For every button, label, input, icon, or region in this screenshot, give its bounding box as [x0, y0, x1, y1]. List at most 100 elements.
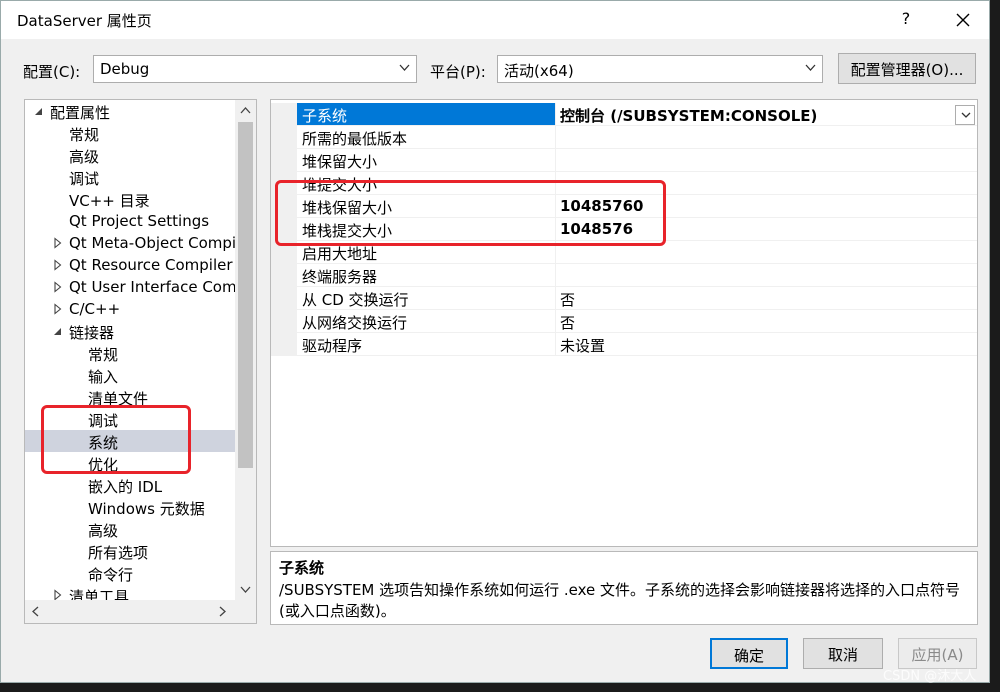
property-row[interactable]: 所需的最低版本: [271, 126, 977, 149]
tree-scroll-thumb[interactable]: [238, 122, 253, 468]
tree-item[interactable]: 常规: [25, 122, 235, 144]
config-manager-button[interactable]: 配置管理器(O)...: [838, 53, 976, 84]
cancel-button[interactable]: 取消: [803, 638, 883, 669]
tree-item[interactable]: Qt Resource Compiler: [25, 254, 235, 276]
expanded-triangle-icon[interactable]: [34, 105, 44, 117]
scroll-left-icon[interactable]: [31, 606, 39, 617]
apply-label: 应用(A): [911, 646, 964, 664]
tree-item[interactable]: Qt User Interface Comp: [25, 276, 235, 298]
property-value[interactable]: 1048576: [556, 218, 977, 241]
help-button[interactable]: ?: [896, 9, 916, 28]
property-name[interactable]: 堆提交大小: [297, 172, 556, 195]
watermark: CSDN @沐大人: [883, 669, 977, 684]
collapsed-triangle-icon[interactable]: [53, 303, 63, 315]
property-value[interactable]: 未设置: [556, 333, 977, 356]
tree-item-label: 常规: [69, 126, 100, 144]
tree-item[interactable]: 高级: [25, 144, 235, 166]
config-manager-label: 配置管理器(O)...: [850, 61, 964, 79]
description-panel: 子系统 /SUBSYSTEM 选项告知操作系统如何运行 .exe 文件。子系统的…: [270, 551, 978, 625]
close-button[interactable]: [945, 1, 981, 39]
property-name[interactable]: 所需的最低版本: [297, 126, 556, 149]
property-name[interactable]: 堆栈提交大小: [297, 218, 556, 241]
property-value[interactable]: [556, 149, 977, 172]
property-value[interactable]: [556, 172, 977, 195]
tree-item-label: 链接器: [69, 324, 115, 342]
chevron-down-icon: [961, 112, 971, 118]
property-row[interactable]: 堆提交大小: [271, 172, 977, 195]
property-row[interactable]: 子系统 控制台 (/SUBSYSTEM:CONSOLE): [271, 103, 977, 126]
tree-item[interactable]: 清单文件: [25, 386, 235, 408]
value-dropdown-button[interactable]: [955, 105, 975, 125]
property-row[interactable]: 堆保留大小: [271, 149, 977, 172]
property-name[interactable]: 堆栈保留大小: [297, 195, 556, 218]
property-name[interactable]: 启用大地址: [297, 241, 556, 264]
property-name[interactable]: 终端服务器: [297, 264, 556, 287]
category-tree[interactable]: 配置属性 常规 高级 调试 VC++ 目录 Qt Project Settings Qt M…: [24, 99, 257, 624]
tree-item[interactable]: Windows 元数据: [25, 496, 235, 518]
tree-item[interactable]: 输入: [25, 364, 235, 386]
tree-item-label: 高级: [69, 148, 100, 166]
collapsed-triangle-icon[interactable]: [53, 237, 63, 249]
config-value: Debug: [100, 60, 150, 78]
property-value[interactable]: [556, 126, 977, 149]
tree-item[interactable]: 所有选项: [25, 540, 235, 562]
tree-item[interactable]: 高级: [25, 518, 235, 540]
tree-vertical-scrollbar[interactable]: [235, 100, 256, 600]
property-value[interactable]: 控制台 (/SUBSYSTEM:CONSOLE): [556, 103, 977, 126]
tree-item-label: 配置属性: [50, 104, 111, 122]
tree-item-label: 常规: [88, 346, 119, 364]
config-select[interactable]: Debug: [93, 55, 417, 83]
tree-item[interactable]: 命令行: [25, 562, 235, 584]
description-text: /SUBSYSTEM 选项告知操作系统如何运行 .exe 文件。子系统的选择会影…: [279, 581, 961, 620]
tree-item[interactable]: 链接器: [25, 320, 235, 342]
tree-item-label: 输入: [88, 368, 119, 386]
property-value-text: 10485760: [560, 197, 644, 215]
platform-label: 平台(P):: [430, 63, 486, 81]
property-value[interactable]: 否: [556, 287, 977, 310]
property-name[interactable]: 从 CD 交换运行: [297, 287, 556, 310]
chevron-down-icon: [399, 64, 410, 71]
property-row[interactable]: 驱动程序 未设置: [271, 333, 977, 356]
scroll-down-icon[interactable]: [240, 586, 251, 594]
ok-button[interactable]: 确定: [710, 638, 788, 669]
scroll-up-icon[interactable]: [240, 106, 251, 114]
tree-item[interactable]: VC++ 目录: [25, 188, 235, 210]
title-bar: DataServer 属性页 ?: [1, 1, 989, 39]
property-row[interactable]: 从 CD 交换运行否: [271, 287, 977, 310]
tree-item[interactable]: 优化: [25, 452, 235, 474]
tree-item[interactable]: 系统: [25, 430, 235, 452]
collapsed-triangle-icon[interactable]: [53, 281, 63, 293]
platform-value: 活动(x64): [504, 62, 574, 80]
tree-item-label: 系统: [88, 434, 119, 452]
property-value[interactable]: [556, 264, 977, 287]
platform-select[interactable]: 活动(x64): [497, 55, 823, 83]
tree-item[interactable]: Qt Project Settings: [25, 210, 235, 232]
tree-horizontal-scrollbar[interactable]: [25, 600, 256, 623]
property-value[interactable]: 10485760: [556, 195, 977, 218]
property-name[interactable]: 驱动程序: [297, 333, 556, 356]
property-row[interactable]: 堆栈提交大小 1048576: [271, 218, 977, 241]
tree-item[interactable]: 配置属性: [25, 100, 235, 122]
scroll-right-icon[interactable]: [219, 606, 227, 617]
tree-item[interactable]: 调试: [25, 408, 235, 430]
property-name[interactable]: 子系统: [297, 103, 556, 126]
property-row[interactable]: 堆栈保留大小 10485760: [271, 195, 977, 218]
property-value-text: 否: [560, 314, 576, 332]
property-value[interactable]: 否: [556, 310, 977, 333]
property-value[interactable]: [556, 241, 977, 264]
property-row[interactable]: 终端服务器: [271, 264, 977, 287]
property-row[interactable]: 启用大地址: [271, 241, 977, 264]
property-row[interactable]: 从网络交换运行否: [271, 310, 977, 333]
tree-item[interactable]: Qt Meta-Object Compi: [25, 232, 235, 254]
tree-item[interactable]: 调试: [25, 166, 235, 188]
tree-item[interactable]: 常规: [25, 342, 235, 364]
property-name[interactable]: 从网络交换运行: [297, 310, 556, 333]
expanded-triangle-icon[interactable]: [53, 325, 63, 337]
tree-item[interactable]: C/C++: [25, 298, 235, 320]
property-name[interactable]: 堆保留大小: [297, 149, 556, 172]
tree-item[interactable]: 嵌入的 IDL: [25, 474, 235, 496]
tree-item-label: Qt Meta-Object Compi: [69, 234, 235, 252]
collapsed-triangle-icon[interactable]: [53, 259, 63, 271]
property-grid[interactable]: 子系统 控制台 (/SUBSYSTEM:CONSOLE) 所需的最低版本 堆保留大小堆…: [270, 99, 978, 547]
tree-item-label: 调试: [69, 170, 100, 188]
